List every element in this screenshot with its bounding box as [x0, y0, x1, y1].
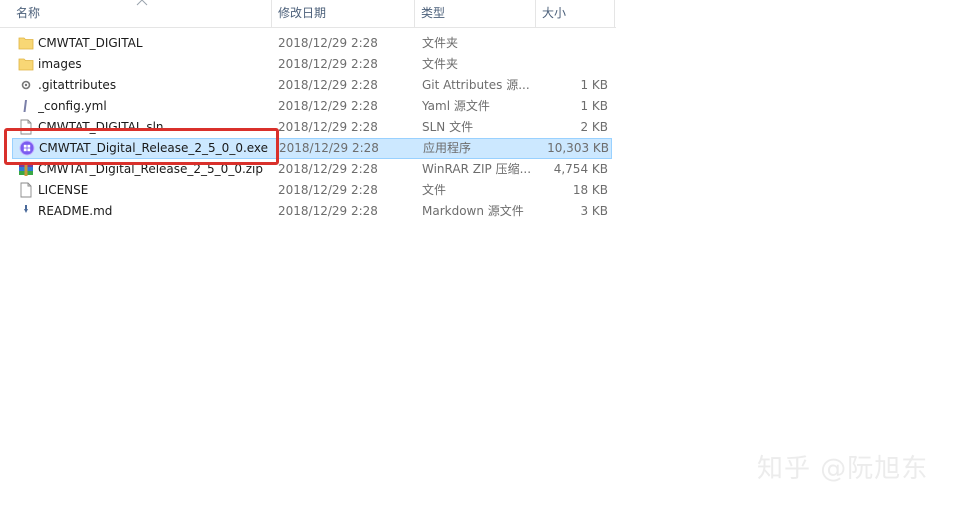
- file-type: 文件夹: [422, 57, 459, 71]
- script-file-icon: [23, 100, 27, 112]
- file-date: 2018/12/29 2:28: [278, 78, 378, 92]
- folder-icon: [18, 58, 34, 71]
- file-date: 2018/12/29 2:28: [278, 183, 378, 197]
- markdown-file-icon: [24, 205, 28, 213]
- file-name: LICENSE: [38, 183, 89, 197]
- file-type: 应用程序: [423, 141, 472, 155]
- file-type: Yaml 源文件: [422, 99, 490, 113]
- file-type: 文件: [422, 183, 447, 197]
- highlight-annotation-box: [4, 128, 279, 165]
- file-size: 18 KB: [572, 183, 608, 197]
- sort-ascending-icon: [136, 0, 148, 6]
- file-name: images: [38, 57, 82, 71]
- file-row[interactable]: images 2018/12/29 2:28 文件夹: [12, 54, 612, 75]
- file-name: _config.yml: [38, 99, 107, 113]
- file-date: 2018/12/29 2:28: [279, 141, 379, 155]
- file-name: .gitattributes: [38, 78, 117, 92]
- column-divider[interactable]: [614, 0, 615, 27]
- file-size: 10,303 KB: [547, 141, 609, 155]
- file-size: 2 KB: [580, 120, 608, 134]
- column-header-type-label: 类型: [421, 6, 446, 20]
- file-row[interactable]: LICENSE 2018/12/29 2:28 文件 18 KB: [12, 180, 612, 201]
- watermark-text: 知乎 @阮旭东: [757, 454, 929, 484]
- file-date: 2018/12/29 2:28: [278, 162, 378, 176]
- column-header-bar: 名称 修改日期 类型 大小: [0, 0, 616, 28]
- folder-icon: [18, 37, 34, 50]
- file-size: 4,754 KB: [553, 162, 608, 176]
- gear-file-icon: [21, 80, 31, 90]
- blank-file-icon: [20, 182, 32, 198]
- column-header-size-label: 大小: [542, 6, 567, 20]
- file-date: 2018/12/29 2:28: [278, 36, 378, 50]
- file-date: 2018/12/29 2:28: [278, 99, 378, 113]
- file-type: SLN 文件: [422, 120, 474, 134]
- file-type: Git Attributes 源...: [422, 78, 530, 92]
- file-name: README.md: [38, 204, 113, 218]
- file-row[interactable]: CMWTAT_DIGITAL 2018/12/29 2:28 文件夹: [12, 33, 612, 54]
- file-row[interactable]: _config.yml 2018/12/29 2:28 Yaml 源文件 1 K…: [12, 96, 612, 117]
- column-header-date[interactable]: 修改日期: [272, 0, 414, 27]
- file-date: 2018/12/29 2:28: [278, 204, 378, 218]
- column-header-name-label: 名称: [16, 6, 41, 20]
- file-size: 3 KB: [580, 204, 608, 218]
- file-row[interactable]: .gitattributes 2018/12/29 2:28 Git Attri…: [12, 75, 612, 96]
- file-row[interactable]: README.md 2018/12/29 2:28 Markdown 源文件 3…: [12, 201, 612, 222]
- file-name: CMWTAT_DIGITAL: [38, 36, 143, 50]
- file-explorer-view: 名称 修改日期 类型 大小 CMWTAT_DIGITAL 2018/12/29 …: [0, 0, 963, 506]
- file-date: 2018/12/29 2:28: [278, 120, 378, 134]
- column-header-type[interactable]: 类型: [415, 0, 535, 27]
- file-date: 2018/12/29 2:28: [278, 57, 378, 71]
- file-size: 1 KB: [580, 78, 608, 92]
- column-header-size[interactable]: 大小: [536, 0, 614, 27]
- column-header-date-label: 修改日期: [278, 6, 327, 20]
- file-type: 文件夹: [422, 36, 459, 50]
- file-size: [532, 54, 608, 75]
- file-size: 1 KB: [580, 99, 608, 113]
- file-type: Markdown 源文件: [422, 204, 524, 218]
- file-size: [532, 33, 608, 54]
- file-type: WinRAR ZIP 压缩...: [422, 162, 532, 176]
